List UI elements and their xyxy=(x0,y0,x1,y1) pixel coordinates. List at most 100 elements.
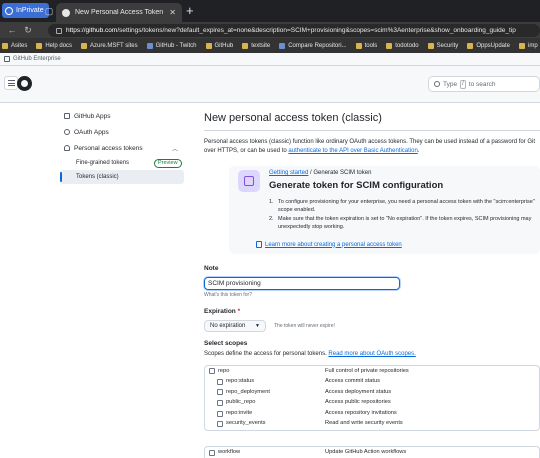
folder-icon xyxy=(519,42,526,49)
chevron-up-icon[interactable]: ︿ xyxy=(172,144,178,153)
folder-icon xyxy=(36,42,43,49)
table-row: repo:status Access commit status xyxy=(205,377,539,388)
github-header: Type / to search xyxy=(0,66,540,103)
search-prefix: Type xyxy=(443,80,458,88)
menu-icon[interactable] xyxy=(4,76,18,90)
breadcrumb: Getting started / Generate SCIM token xyxy=(269,170,371,176)
getting-started-link[interactable]: Getting started xyxy=(269,170,308,176)
scope-checkbox[interactable] xyxy=(217,378,223,385)
book-icon xyxy=(256,241,262,248)
person-icon xyxy=(64,129,70,135)
close-tab-icon[interactable]: ✕ xyxy=(169,8,176,17)
learn-more-label: Learn more about creating a personal acc… xyxy=(265,241,402,248)
scope-description: Access repository invitations xyxy=(325,409,397,416)
search-suffix: to search xyxy=(468,80,496,88)
github-icon xyxy=(279,42,286,49)
list-item: 1. To configure provisioning for your en… xyxy=(269,198,537,214)
step-number: 1. xyxy=(269,199,274,205)
favorite-item[interactable]: tools xyxy=(355,42,377,49)
favorite-item[interactable]: Compare Repositori... xyxy=(279,42,347,49)
favorite-item[interactable]: GitHub xyxy=(205,42,233,49)
inprivate-icon xyxy=(5,6,13,15)
inprivate-label: InPrivate xyxy=(16,7,44,14)
favorite-item[interactable]: Security xyxy=(427,42,458,49)
sidebar-item-tokens-classic[interactable]: Tokens (classic) xyxy=(60,170,184,184)
sidebar-item-label: Personal access tokens xyxy=(74,144,143,152)
favorite-item[interactable]: Azure.MSFT sites xyxy=(81,42,138,49)
learn-more-link[interactable]: Learn more about creating a personal acc… xyxy=(256,241,402,248)
folder-icon xyxy=(2,42,8,49)
new-tab-button[interactable]: + xyxy=(186,3,194,19)
step-text: To configure provisioning for your enter… xyxy=(278,199,535,213)
scope-name: repo:status xyxy=(226,378,255,385)
scope-name: repo:invite xyxy=(226,409,253,416)
scopes-description: Scopes define the access for personal to… xyxy=(204,351,416,357)
breadcrumb-separator: / xyxy=(310,170,312,176)
scope-name: repo_deployment xyxy=(226,388,270,395)
scope-checkbox[interactable] xyxy=(217,389,223,396)
callout-title: Generate token for SCIM configuration xyxy=(269,180,444,191)
scope-description: Read and write security events xyxy=(325,420,403,427)
enterprise-label[interactable]: GitHub Enterprise xyxy=(13,56,61,62)
github-favicon-icon xyxy=(62,8,70,17)
url-text: https://github.com/settings/tokens/new?d… xyxy=(66,27,516,34)
expiration-helper-text: The token will never expire! xyxy=(274,323,335,329)
tab-actions-icon[interactable]: ▢ xyxy=(42,4,56,18)
sidebar-item-label: OAuth Apps xyxy=(74,128,109,136)
search-input[interactable]: Type / to search xyxy=(428,76,540,92)
oauth-scopes-link[interactable]: Read more about OAuth scopes. xyxy=(328,351,415,357)
list-item: 2. Make sure that the token expiration i… xyxy=(269,215,537,231)
scope-name: workflow xyxy=(218,449,241,455)
scope-description: Access commit status xyxy=(325,378,380,385)
sidebar-item-fine-grained-tokens[interactable]: Fine-grained tokens Preview xyxy=(60,156,184,170)
sidebar-item-oauth-apps[interactable]: OAuth Apps xyxy=(60,124,184,140)
back-icon[interactable]: ← xyxy=(6,24,18,36)
table-row: repo Full control of private repositories xyxy=(205,366,539,377)
github-logo-icon[interactable] xyxy=(17,76,32,91)
tab-title: New Personal Access Token (Clas xyxy=(75,9,164,16)
address-bar[interactable]: https://github.com/settings/tokens/new?d… xyxy=(48,24,540,37)
basic-auth-link[interactable]: authenticate to the API over Basic Authe… xyxy=(288,148,417,154)
expiration-select[interactable]: No expiration ▼ xyxy=(204,320,266,332)
scope-checkbox[interactable] xyxy=(217,421,223,428)
lock-icon[interactable] xyxy=(56,27,62,34)
scope-checkbox[interactable] xyxy=(217,410,223,417)
expiration-label-text: Expiration xyxy=(204,308,236,315)
favorite-item[interactable]: GitHub - Twitch xyxy=(146,42,197,49)
table-row: repo:invite Access repository invitations xyxy=(205,408,539,419)
preview-badge: Preview xyxy=(154,158,182,168)
table-row: repo_deployment Access deployment status xyxy=(205,387,539,398)
table-row: security_events Read and write security e… xyxy=(205,419,539,430)
developer-settings-sidebar: GitHub Apps OAuth Apps Personal access t… xyxy=(60,108,184,184)
scope-description: Access public repositories xyxy=(325,399,391,406)
favorite-item[interactable]: OppsUpdate xyxy=(467,42,510,49)
page-title: New personal access token (classic) xyxy=(204,112,382,124)
search-icon xyxy=(434,81,440,87)
browser-tab-strip: InPrivate ▢ New Personal Access Token (C… xyxy=(0,0,540,22)
scope-checkbox[interactable] xyxy=(209,449,215,456)
scope-description: Access deployment status xyxy=(325,388,392,395)
favorite-item[interactable]: textsite xyxy=(242,42,270,49)
sidebar-item-github-apps[interactable]: GitHub Apps xyxy=(60,108,184,124)
favorite-label: Compare Repositori... xyxy=(288,42,347,49)
step-text: Make sure that the token expiration is s… xyxy=(278,216,532,230)
favorite-item[interactable]: imp xyxy=(519,42,538,49)
favorite-item[interactable]: Help docs xyxy=(36,42,72,49)
sidebar-item-label: Fine-grained tokens xyxy=(76,160,130,166)
note-field[interactable]: SCIM provisioning xyxy=(204,277,400,290)
browser-tab-active[interactable]: New Personal Access Token (Clas ✕ xyxy=(56,3,182,22)
favorites-bar: Asites Help docs Azure.MSFT sites GitHub - … xyxy=(0,38,540,53)
sidebar-item-personal-access-tokens[interactable]: Personal access tokens ︿ xyxy=(60,140,184,156)
favorite-item[interactable]: todotodo xyxy=(386,42,419,49)
scope-name: public_repo xyxy=(226,399,256,406)
search-shortcut-key: / xyxy=(460,79,466,89)
scope-description: Update GitHub Action workflows xyxy=(325,449,407,455)
select-scopes-label: Select scopes xyxy=(204,340,248,347)
scim-onboarding-callout: Getting started / Generate SCIM token Ge… xyxy=(229,166,540,254)
caret-down-icon: ▼ xyxy=(255,323,260,329)
refresh-icon[interactable]: ↻ xyxy=(22,24,34,36)
favorite-item[interactable]: Asites xyxy=(2,42,27,49)
scope-checkbox[interactable] xyxy=(217,399,223,406)
favorite-label: GitHub - Twitch xyxy=(155,42,197,49)
scope-checkbox[interactable] xyxy=(209,368,215,375)
